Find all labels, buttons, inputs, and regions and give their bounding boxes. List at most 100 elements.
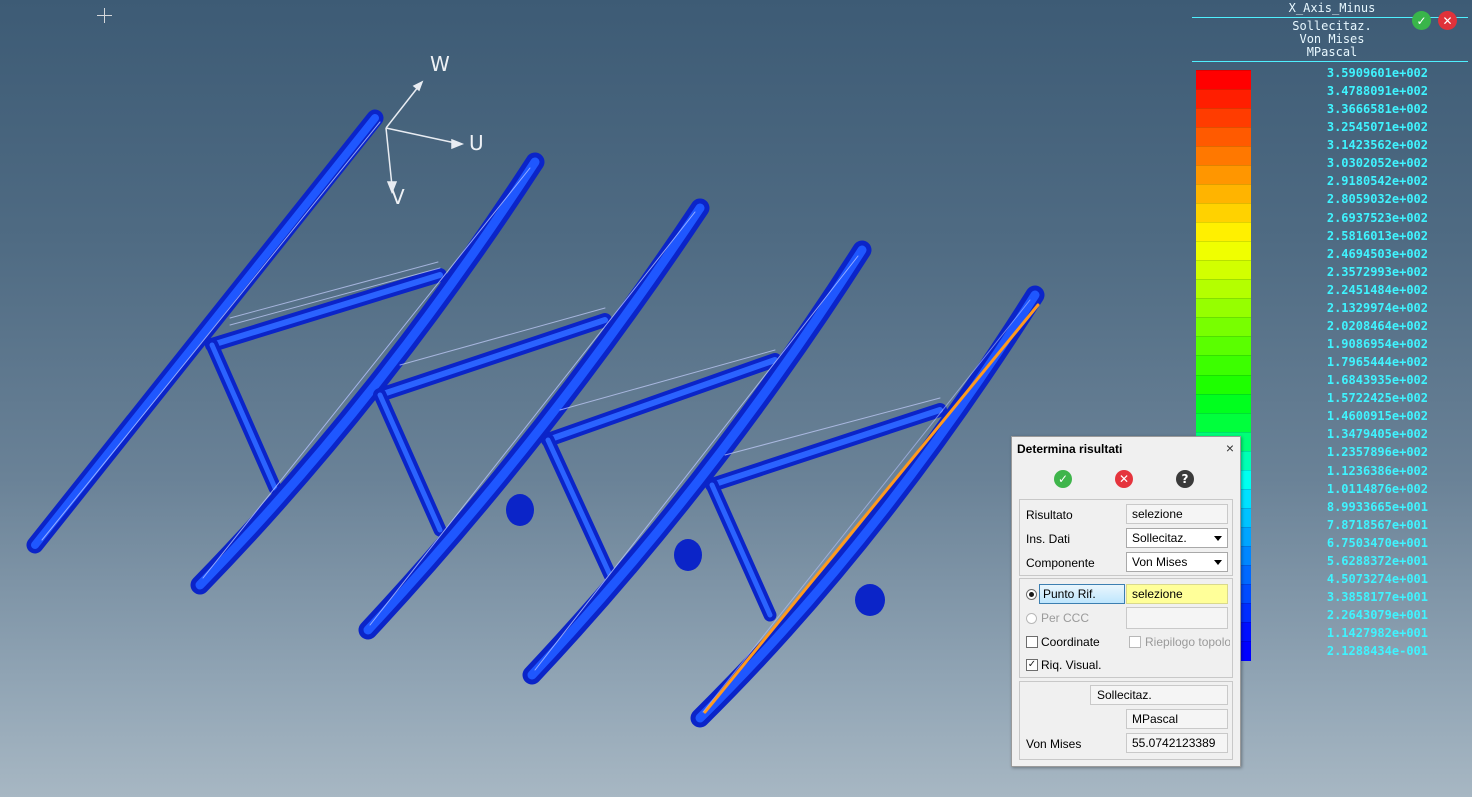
riepilogo-label: Riepilogo topolo bbox=[1145, 635, 1230, 649]
riq-visual-label: Riq. Visual. bbox=[1041, 658, 1102, 672]
legend-color-segment bbox=[1196, 393, 1251, 414]
coordinate-label: Coordinate bbox=[1041, 635, 1100, 649]
legend-color-segment bbox=[1196, 260, 1251, 281]
legend-color-segment bbox=[1196, 127, 1251, 148]
legend-tick-label: 1.3479405e+002 bbox=[1326, 427, 1428, 442]
per-ccc-field bbox=[1126, 607, 1228, 629]
punto-rif-button[interactable]: Punto Rif. bbox=[1039, 584, 1125, 604]
legend-tick-label: 7.8718567e+001 bbox=[1326, 517, 1428, 532]
legend-color-segment bbox=[1196, 412, 1251, 433]
legend-tick-label: 2.8059032e+002 bbox=[1326, 192, 1428, 207]
punto-rif-radio[interactable] bbox=[1026, 589, 1037, 600]
legend-color-segment bbox=[1196, 279, 1251, 300]
legend-tick-label: 2.1288434e-001 bbox=[1326, 644, 1428, 659]
legend-tick-label: 2.0208464e+002 bbox=[1326, 318, 1428, 333]
legend-tick-label: 3.4788091e+002 bbox=[1326, 84, 1428, 99]
legend-tick-label: 8.9933665e+001 bbox=[1326, 499, 1428, 514]
legend-tick-label: 2.4694503e+002 bbox=[1326, 246, 1428, 261]
legend-tick-label: 2.3572993e+002 bbox=[1326, 264, 1428, 279]
riq-visual-checkbox[interactable]: ✓ bbox=[1026, 659, 1038, 671]
result-selection-group: Risultato selezione Ins. Dati Sollecitaz… bbox=[1019, 499, 1233, 576]
legend-color-segment bbox=[1196, 203, 1251, 224]
legend-tick-label: 1.1427982e+001 bbox=[1326, 626, 1428, 641]
legend-tick-label: 3.5909601e+002 bbox=[1326, 66, 1428, 80]
result-label: Von Mises bbox=[1026, 737, 1082, 751]
legend-tick-label: 3.3666581e+002 bbox=[1326, 102, 1428, 117]
riepilogo-checkbox[interactable] bbox=[1129, 636, 1141, 648]
help-icon[interactable]: ? bbox=[1176, 470, 1194, 488]
legend-color-segment bbox=[1196, 374, 1251, 395]
legend-tick-label: 1.2357896e+002 bbox=[1326, 445, 1428, 460]
legend-tick-label: 2.2643079e+001 bbox=[1326, 608, 1428, 623]
legend-tick-label: 4.5073274e+001 bbox=[1326, 571, 1428, 586]
legend-tick-label: 1.9086954e+002 bbox=[1326, 337, 1428, 352]
truss-frames bbox=[26, 109, 1045, 728]
legend-color-segment bbox=[1196, 336, 1251, 357]
legend-tick-label: 1.0114876e+002 bbox=[1326, 481, 1428, 496]
legend-tick-label: 1.4600915e+002 bbox=[1326, 409, 1428, 424]
legend-tick-label: 2.5816013e+002 bbox=[1326, 228, 1428, 243]
legend-tick-label: 5.6288372e+001 bbox=[1326, 553, 1428, 568]
ok-icon[interactable]: ✓ bbox=[1054, 470, 1072, 488]
point-options-group: Punto Rif. selezione Per CCC Coordinate … bbox=[1019, 578, 1233, 678]
ins-dati-label: Ins. Dati bbox=[1026, 532, 1071, 546]
risultato-field[interactable]: selezione bbox=[1126, 504, 1228, 524]
legend-tick-label: 1.6843935e+002 bbox=[1326, 373, 1428, 388]
truss-frame bbox=[690, 285, 1045, 728]
ins-dati-select-value: Sollecitaz. bbox=[1132, 531, 1187, 545]
axis-triad bbox=[385, 80, 465, 195]
legend-color-segment bbox=[1196, 184, 1251, 205]
legend-color-segment bbox=[1196, 317, 1251, 338]
legend-tick-label: 3.2545071e+002 bbox=[1326, 120, 1428, 135]
result-output-group: Sollecitaz. MPascal Von Mises 55.0742123… bbox=[1019, 681, 1233, 760]
legend-tick-label: 3.3858177e+001 bbox=[1326, 589, 1428, 604]
legend-color-segment bbox=[1196, 89, 1251, 110]
determina-risultati-dialog: Determina risultati × ✓ ✕ ? Risultato se… bbox=[1011, 436, 1241, 767]
ins-dati-select[interactable]: Sollecitaz. bbox=[1126, 528, 1228, 548]
per-ccc-label: Per CCC bbox=[1041, 611, 1090, 625]
result-value-field[interactable]: 55.0742123389 bbox=[1126, 733, 1228, 753]
legend-tick-label: 2.1329974e+002 bbox=[1326, 300, 1428, 315]
componente-select[interactable]: Von Mises bbox=[1126, 552, 1228, 572]
legend-tick-label: 3.0302052e+002 bbox=[1326, 156, 1428, 171]
coordinate-checkbox[interactable] bbox=[1026, 636, 1038, 648]
legend-color-segment bbox=[1196, 222, 1251, 243]
risultato-label: Risultato bbox=[1026, 508, 1073, 522]
legend-tick-label: 1.5722425e+002 bbox=[1326, 391, 1428, 406]
legend-color-segment bbox=[1196, 108, 1251, 129]
legend-color-segment bbox=[1196, 241, 1251, 262]
v-axis-label: V bbox=[391, 185, 405, 209]
legend-tick-label: 2.2451484e+002 bbox=[1326, 282, 1428, 297]
legend-color-segment bbox=[1196, 146, 1251, 167]
u-axis-label: U bbox=[469, 131, 484, 155]
dialog-close-button[interactable]: × bbox=[1226, 440, 1234, 456]
legend-tick-label: 3.1423562e+002 bbox=[1326, 138, 1428, 153]
legend-tick-label: 2.9180542e+002 bbox=[1326, 174, 1428, 189]
legend-tick-label: 1.1236386e+002 bbox=[1326, 463, 1428, 478]
legend-color-segment bbox=[1196, 165, 1251, 186]
legend-color-segment bbox=[1196, 355, 1251, 376]
result-unit-field: MPascal bbox=[1126, 709, 1228, 729]
w-axis-label: W bbox=[430, 52, 450, 76]
dialog-title: Determina risultati bbox=[1017, 442, 1123, 456]
legend-divider bbox=[1192, 61, 1468, 62]
punto-rif-field[interactable]: selezione bbox=[1126, 584, 1228, 604]
chevron-down-icon bbox=[1214, 536, 1222, 541]
legend-tick-label: 1.7965444e+002 bbox=[1326, 355, 1428, 370]
legend-tick-label: 2.6937523e+002 bbox=[1326, 210, 1428, 225]
legend-tick-label: 6.7503470e+001 bbox=[1326, 535, 1428, 550]
legend-unit: MPascal bbox=[1306, 45, 1358, 59]
per-ccc-radio[interactable] bbox=[1026, 613, 1037, 624]
result-quantity-field: Sollecitaz. bbox=[1090, 685, 1228, 705]
legend-ok-icon[interactable]: ✓ bbox=[1412, 11, 1431, 30]
legend-title: X_Axis_Minus bbox=[1288, 1, 1376, 15]
chevron-down-icon bbox=[1214, 560, 1222, 565]
cancel-icon[interactable]: ✕ bbox=[1115, 470, 1133, 488]
componente-select-value: Von Mises bbox=[1132, 555, 1188, 569]
truss-frame bbox=[26, 109, 447, 554]
legend-close-icon[interactable]: ✕ bbox=[1438, 11, 1457, 30]
legend-color-segment bbox=[1196, 70, 1251, 91]
componente-label: Componente bbox=[1026, 556, 1095, 570]
legend-color-segment bbox=[1196, 298, 1251, 319]
truss-frame bbox=[190, 152, 612, 595]
